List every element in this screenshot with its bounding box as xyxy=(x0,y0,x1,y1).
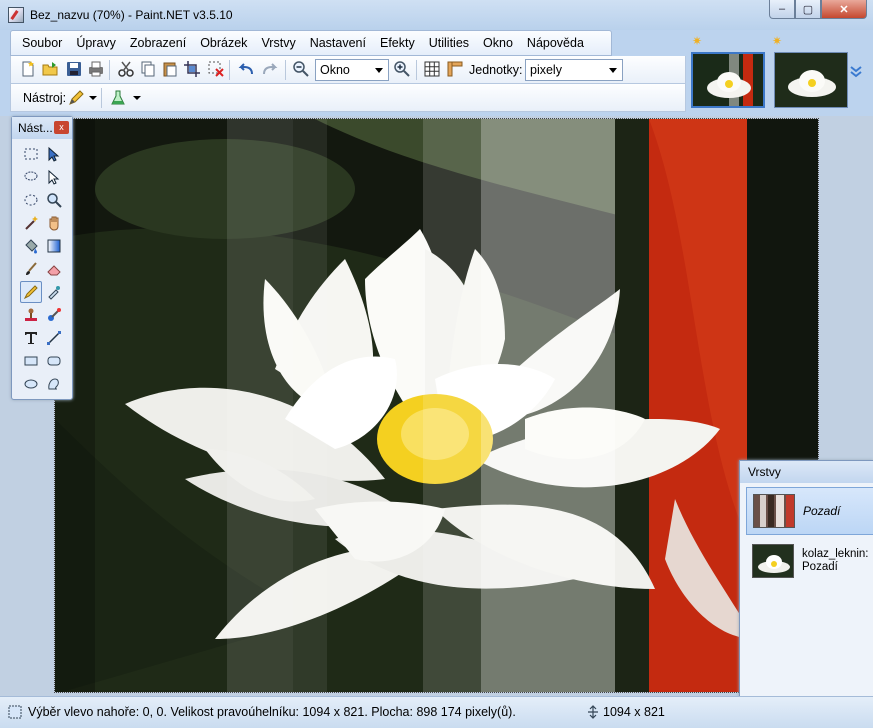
layers-window: Vrstvy Pozadí kolaz_leknin: Pozadí xyxy=(739,460,873,728)
menu-okno[interactable]: Okno xyxy=(476,36,520,50)
selection-icon xyxy=(8,705,22,719)
gradient-icon[interactable] xyxy=(43,235,65,257)
chevron-down-icon xyxy=(609,68,617,73)
main-toolbar: Okno Jednotky: pixely xyxy=(10,56,686,84)
menu-zobrazeni[interactable]: Zobrazení xyxy=(123,36,193,50)
recolor-icon[interactable] xyxy=(43,304,65,326)
zoom-value: Okno xyxy=(320,63,350,77)
menu-efekty[interactable]: Efekty xyxy=(373,36,422,50)
paintnet-app-icon[interactable] xyxy=(8,7,24,23)
pan-icon[interactable] xyxy=(43,212,65,234)
cut-icon[interactable] xyxy=(117,60,135,78)
new-file-icon[interactable] xyxy=(19,60,37,78)
image-size: 1094 x 821 xyxy=(603,705,665,719)
open-file-icon[interactable] xyxy=(41,60,59,78)
menu-bar: Soubor Úpravy Zobrazení Obrázek Vrstvy N… xyxy=(10,30,612,56)
status-text: Výběr vlevo nahoře: 0, 0. Velikost pravo… xyxy=(28,705,516,719)
menu-napoveda[interactable]: Nápověda xyxy=(520,36,591,50)
menu-utilities[interactable]: Utilities xyxy=(422,36,476,50)
save-icon[interactable] xyxy=(65,60,83,78)
pencil-icon[interactable] xyxy=(20,281,42,303)
units-label: Jednotky: xyxy=(469,63,523,77)
line-curve-icon[interactable] xyxy=(43,327,65,349)
tool-dropdown-arrow-icon[interactable] xyxy=(89,96,97,100)
crop-to-selection-icon[interactable] xyxy=(183,60,201,78)
rulers-icon[interactable] xyxy=(446,60,464,78)
layer-row-pozadi[interactable]: Pozadí xyxy=(746,487,873,535)
status-bar: Výběr vlevo nahoře: 0, 0. Velikost pravo… xyxy=(0,696,873,728)
zoom-in-icon[interactable] xyxy=(393,60,411,78)
undo-icon[interactable] xyxy=(237,60,255,78)
tools-window-header[interactable]: Nást... x xyxy=(12,117,72,139)
window-controls: – ▢ ✕ xyxy=(769,0,867,19)
ellipse-select-icon[interactable] xyxy=(20,189,42,211)
ellipse-icon[interactable] xyxy=(20,373,42,395)
image-tab-bez-nazvu[interactable] xyxy=(691,52,765,108)
blend-mode-flask-icon[interactable] xyxy=(109,89,127,107)
blend-dropdown-arrow-icon[interactable] xyxy=(133,96,141,100)
units-combo[interactable]: pixely xyxy=(525,59,623,81)
tools-close-button[interactable]: x xyxy=(54,121,69,134)
image-canvas[interactable] xyxy=(54,118,819,693)
paste-icon[interactable] xyxy=(161,60,179,78)
rectangle-icon[interactable] xyxy=(20,350,42,372)
eraser-icon[interactable] xyxy=(43,258,65,280)
layer-thumbnail xyxy=(752,544,794,578)
scroll-down-chevron-icon[interactable] xyxy=(850,65,862,79)
water-lily-image xyxy=(55,119,818,692)
layer-name: Pozadí xyxy=(803,503,841,518)
close-button[interactable]: ✕ xyxy=(821,0,867,19)
units-value: pixely xyxy=(530,63,562,77)
redo-icon[interactable] xyxy=(261,60,279,78)
copy-icon[interactable] xyxy=(139,60,157,78)
thumbnail-image xyxy=(693,54,763,106)
tool-label: Nástroj: xyxy=(23,91,67,105)
zoom-out-icon[interactable] xyxy=(292,60,310,78)
menu-upravy[interactable]: Úpravy xyxy=(69,36,123,50)
paint-bucket-icon[interactable] xyxy=(20,235,42,257)
thumbnail-image xyxy=(775,53,847,107)
minimize-button[interactable]: – xyxy=(769,0,795,19)
menu-vrstvy[interactable]: Vrstvy xyxy=(254,36,302,50)
image-tab-kolaz-leknin[interactable] xyxy=(774,52,848,108)
tools-window: Nást... x xyxy=(11,116,73,400)
tools-grid xyxy=(20,143,66,396)
maximize-button[interactable]: ▢ xyxy=(795,0,821,19)
freeform-shape-icon[interactable] xyxy=(43,373,65,395)
menu-soubor[interactable]: Soubor xyxy=(15,36,69,50)
image-size-icon xyxy=(588,705,598,719)
layer-row-kolaz-leknin[interactable]: kolaz_leknin: Pozadí xyxy=(746,537,873,585)
layers-window-title[interactable]: Vrstvy xyxy=(740,461,873,483)
pencil-icon[interactable] xyxy=(67,89,85,107)
move-selection-icon[interactable] xyxy=(43,143,65,165)
tool-options-toolbar: Nástroj: xyxy=(10,84,686,112)
move-selected-icon[interactable] xyxy=(43,166,65,188)
grid-icon[interactable] xyxy=(423,60,441,78)
chevron-down-icon xyxy=(375,68,383,73)
layer-name: kolaz_leknin: Pozadí xyxy=(802,548,869,573)
zoom-icon[interactable] xyxy=(43,189,65,211)
paintbrush-icon[interactable] xyxy=(20,258,42,280)
rounded-rectangle-icon[interactable] xyxy=(43,350,65,372)
window-title: Bez_nazvu (70%) - Paint.NET v3.5.10 xyxy=(30,8,233,22)
image-tabs: ✷ ✷ xyxy=(688,30,873,116)
menu-nastaveni[interactable]: Nastavení xyxy=(303,36,373,50)
rectangle-select-icon[interactable] xyxy=(20,143,42,165)
modified-star-icon: ✷ xyxy=(692,34,703,48)
menu-obrazek[interactable]: Obrázek xyxy=(193,36,254,50)
magic-wand-icon[interactable] xyxy=(20,212,42,234)
deselect-icon[interactable] xyxy=(207,60,225,78)
color-picker-icon[interactable] xyxy=(43,281,65,303)
tools-window-title: Nást... xyxy=(18,121,53,135)
lasso-select-icon[interactable] xyxy=(20,166,42,188)
zoom-combo[interactable]: Okno xyxy=(315,59,389,81)
clone-stamp-icon[interactable] xyxy=(20,304,42,326)
modified-star-icon: ✷ xyxy=(772,34,783,48)
text-icon[interactable] xyxy=(20,327,42,349)
layer-thumbnail xyxy=(753,494,795,528)
title-bar: Bez_nazvu (70%) - Paint.NET v3.5.10 – ▢ … xyxy=(0,0,873,30)
print-icon[interactable] xyxy=(87,60,105,78)
